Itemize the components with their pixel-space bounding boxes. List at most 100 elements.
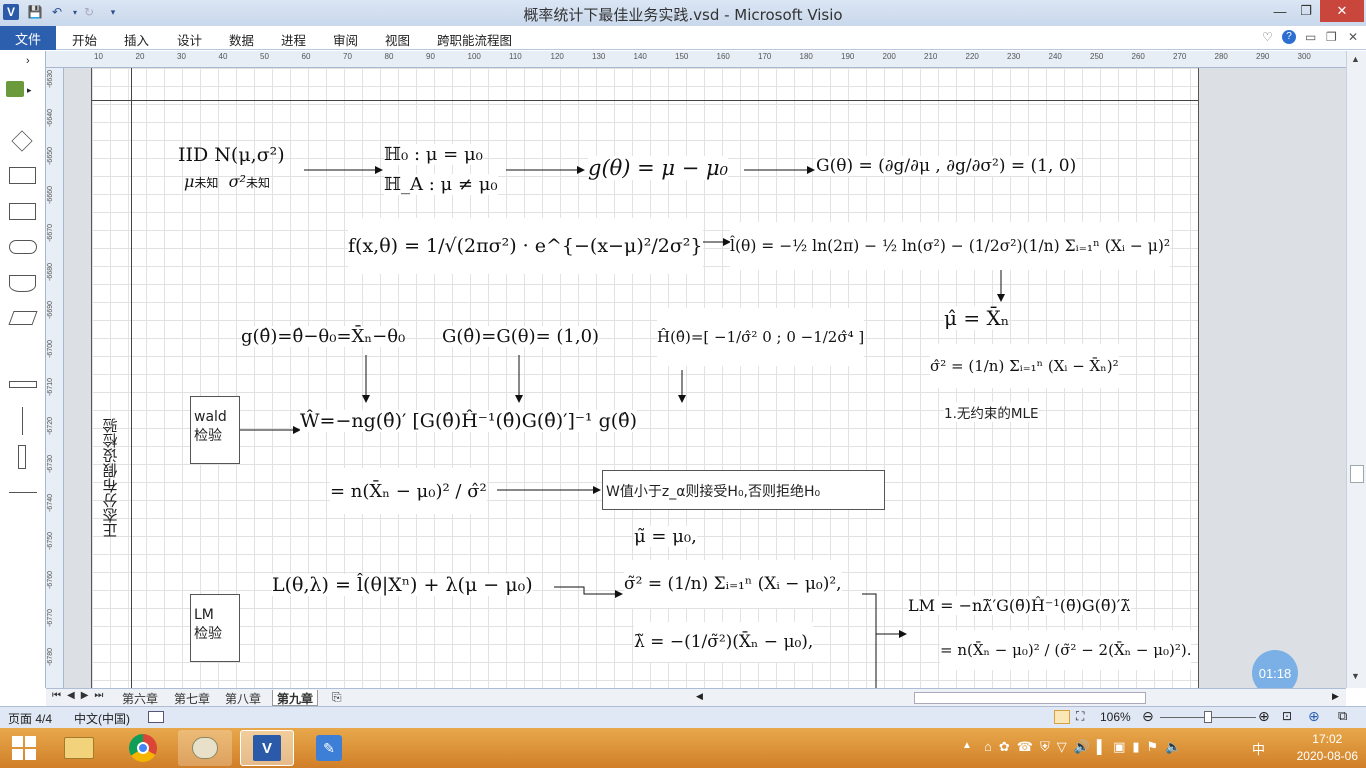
iid-distribution[interactable]: IID N(μ,σ²) xyxy=(178,144,285,166)
insert-page-icon[interactable]: ⎘ xyxy=(328,690,346,706)
shapes-arrow-icon[interactable]: ▸ xyxy=(27,85,32,96)
wald-test-box[interactable]: wald 检验 xyxy=(190,396,240,464)
drawing-canvas[interactable]: 正态分布假设检验 IID N(μ,σ²) μ未知 σ²未知 ℍ₀ : μ = μ… xyxy=(64,68,1346,688)
wald-decision-rule[interactable]: W值小于z_α则接受H₀,否则拒绝H₀ xyxy=(602,470,885,510)
shapes-icon[interactable] xyxy=(6,81,24,97)
pan-zoom-icon[interactable]: ⊕ xyxy=(1308,708,1320,725)
tab-design[interactable]: 设计 xyxy=(177,30,202,49)
tab-crossfunctional[interactable]: 跨职能流程图 xyxy=(437,30,512,49)
sigma-hat-formula[interactable]: σ̂² = (1/n) Σᵢ₌₁ⁿ (Xᵢ − X̄ₙ)² xyxy=(930,344,1119,388)
zoom-in-icon[interactable]: ⊕ xyxy=(1258,708,1270,725)
macro-icon[interactable] xyxy=(148,711,164,723)
ribbon-collapse-icon[interactable]: ♡ xyxy=(1262,30,1273,44)
wald-statistic[interactable]: Ŵ=−ng(θ̂)′ [G(θ̂)Ĥ⁻¹(θ̂)G(θ̂)′]⁻¹ g(θ̂) xyxy=(300,410,637,432)
decision-shape-icon[interactable] xyxy=(11,130,33,152)
hruler-tick: 140 xyxy=(633,52,647,61)
horizontal-scroll-thumb[interactable] xyxy=(914,692,1146,704)
g-hat-formula[interactable]: g(θ̂)=θ̂−θ₀=X̄ₙ−θ₀ xyxy=(241,326,406,347)
rectangle-shape-icon[interactable] xyxy=(9,203,36,220)
alt-hypothesis[interactable]: ℍ_A : μ ≠ μ₀ xyxy=(384,174,498,195)
iid-mu[interactable]: μ未知 σ²未知 xyxy=(184,172,270,191)
system-clock[interactable]: 17:02 2020-08-06 xyxy=(1297,731,1358,765)
language-indicator[interactable]: 中文(中国) xyxy=(74,710,130,727)
terminator-shape-icon[interactable] xyxy=(9,240,37,254)
g-theta-formula[interactable]: g(θ) = μ − μ₀ xyxy=(588,156,729,180)
tab-review[interactable]: 审阅 xyxy=(333,30,358,49)
lm-test-box[interactable]: LM 检验 xyxy=(190,594,240,662)
mle-label[interactable]: 1.无约束的MLE xyxy=(944,402,1039,422)
normal-view-icon[interactable] xyxy=(1054,710,1070,724)
process-shape-icon[interactable] xyxy=(9,167,36,184)
lagrangian-formula[interactable]: L(θ,λ) = l̂(θ|Xⁿ) + λ(μ − μ₀) xyxy=(272,574,533,596)
loglik-formula[interactable]: l̂(θ) = −½ ln(2π) − ½ ln(σ²) − (1/2σ²)(1… xyxy=(730,222,1171,270)
scroll-up-icon[interactable]: ▲ xyxy=(1351,54,1360,64)
help-icon[interactable]: ? xyxy=(1282,30,1296,44)
null-hypothesis[interactable]: ℍ₀ : μ = μ₀ xyxy=(384,144,483,165)
tray-icons[interactable]: ⌂✿☎⛨▽🔊▌▣▮⚑🔈 xyxy=(984,739,1188,755)
restore-button[interactable]: ❐ xyxy=(1292,0,1320,22)
hscroll-right-icon[interactable]: ▶ xyxy=(1332,691,1339,702)
recording-timer[interactable]: 01:18 xyxy=(1252,650,1298,688)
tab-insert[interactable]: 插入 xyxy=(124,30,149,49)
fit-page-icon[interactable]: ⊡ xyxy=(1282,709,1292,723)
clock-date: 2020-08-06 xyxy=(1296,749,1358,763)
hruler-tick: 150 xyxy=(675,52,689,61)
zoom-level[interactable]: 106% xyxy=(1100,710,1131,724)
G-theta-formula[interactable]: G(θ) = (∂g/∂μ , ∂g/∂σ²) = (1, 0) xyxy=(816,156,1077,176)
data-shape-icon[interactable] xyxy=(8,311,38,325)
show-hidden-icons[interactable]: ▲ xyxy=(962,740,972,751)
visio-taskbar-icon[interactable]: V xyxy=(240,730,294,766)
vertical-line-icon[interactable] xyxy=(22,407,23,435)
G-hat-formula[interactable]: G(θ̂)=G(θ)= (1,0) xyxy=(442,326,600,347)
H-hat-matrix[interactable]: Ĥ(θ̂)=[ −1/σ̂² 0 ; 0 −1/2σ̂⁴ ] xyxy=(657,308,865,366)
pen-tool-icon[interactable]: ✎ xyxy=(302,730,356,766)
wald-simplified[interactable]: = n(X̄ₙ − μ₀)² / σ̂² xyxy=(330,468,487,514)
page-indicator[interactable]: 页面 4/4 xyxy=(8,710,52,727)
page-nav-icons[interactable]: ⏮◀▶⏭ xyxy=(52,690,109,701)
arrow-constrained-down[interactable] xyxy=(862,593,877,688)
scroll-down-icon[interactable]: ▼ xyxy=(1351,671,1360,681)
paint-icon[interactable] xyxy=(178,730,232,766)
document-shape-icon[interactable] xyxy=(9,275,36,292)
bar-shape-icon[interactable] xyxy=(9,381,37,388)
file-explorer-icon[interactable] xyxy=(52,730,106,766)
hruler-tick: 70 xyxy=(343,52,352,61)
mu-hat-formula[interactable]: μ̂ = X̄ₙ xyxy=(944,306,1010,330)
doc-minimize-icon[interactable]: ▭ xyxy=(1305,30,1316,44)
horizontal-line-icon[interactable] xyxy=(9,492,37,493)
vertical-scrollbar[interactable]: ▲ ▼ xyxy=(1346,51,1366,688)
arrow-lagrangian-constrained[interactable] xyxy=(554,586,623,598)
tab-chapter-9[interactable]: 第九章 xyxy=(272,690,319,706)
vruler-tick: -6760 xyxy=(47,570,54,589)
hscroll-left-icon[interactable]: ◀ xyxy=(696,691,703,702)
expand-panel-icon[interactable]: › xyxy=(26,55,30,67)
close-button[interactable]: ✕ xyxy=(1320,0,1364,22)
file-tab[interactable]: 文件 xyxy=(0,26,56,50)
zoom-out-icon[interactable]: ⊖ xyxy=(1142,708,1154,725)
pdf-formula[interactable]: f(x,θ) = 1/√(2πσ²) · e^{−(x−μ)²/2σ²} xyxy=(348,218,703,274)
ime-indicator[interactable]: 中 xyxy=(1252,739,1265,758)
vertical-bar-shape-icon[interactable] xyxy=(18,445,26,469)
minimize-button[interactable]: — xyxy=(1266,0,1294,22)
lambda-tilde-formula[interactable]: λ̃ = −(1/σ̃²)(X̄ₙ − μ₀), xyxy=(634,622,814,662)
lm-statistic[interactable]: LM = −nλ̃′G(θ̃)Ĥ⁻¹(θ̃)G(θ̃)′λ̃ xyxy=(908,596,1131,615)
start-button[interactable] xyxy=(2,730,46,766)
sigma-tilde-formula[interactable]: σ̃² = (1/n) Σᵢ₌₁ⁿ (Xᵢ − μ₀)², xyxy=(624,560,842,608)
vertical-scroll-thumb[interactable] xyxy=(1350,465,1364,483)
zoom-slider-thumb[interactable] xyxy=(1204,711,1212,723)
tab-view[interactable]: 视图 xyxy=(385,30,410,49)
mu-tilde-formula[interactable]: μ̃ = μ₀, xyxy=(634,526,697,547)
tab-chapter-8[interactable]: 第八章 xyxy=(221,690,265,706)
lm-simplified[interactable]: = n(X̄ₙ − μ₀)² / (σ̃² − 2(X̄ₙ − μ₀)²). xyxy=(940,630,1192,670)
tab-chapter-6[interactable]: 第六章 xyxy=(118,690,162,706)
doc-close-icon[interactable]: ✕ xyxy=(1348,30,1358,44)
doc-restore-icon[interactable]: ❐ xyxy=(1326,30,1337,44)
chrome-icon[interactable] xyxy=(116,730,170,766)
fullscreen-icon[interactable]: ⛶ xyxy=(1076,709,1084,724)
tab-home[interactable]: 开始 xyxy=(72,30,97,49)
tab-process[interactable]: 进程 xyxy=(281,30,306,49)
switch-windows-icon[interactable]: ⧉ xyxy=(1338,708,1347,724)
tab-data[interactable]: 数据 xyxy=(229,30,254,49)
vruler-tick: -6660 xyxy=(47,185,54,204)
tab-chapter-7[interactable]: 第七章 xyxy=(170,690,214,706)
